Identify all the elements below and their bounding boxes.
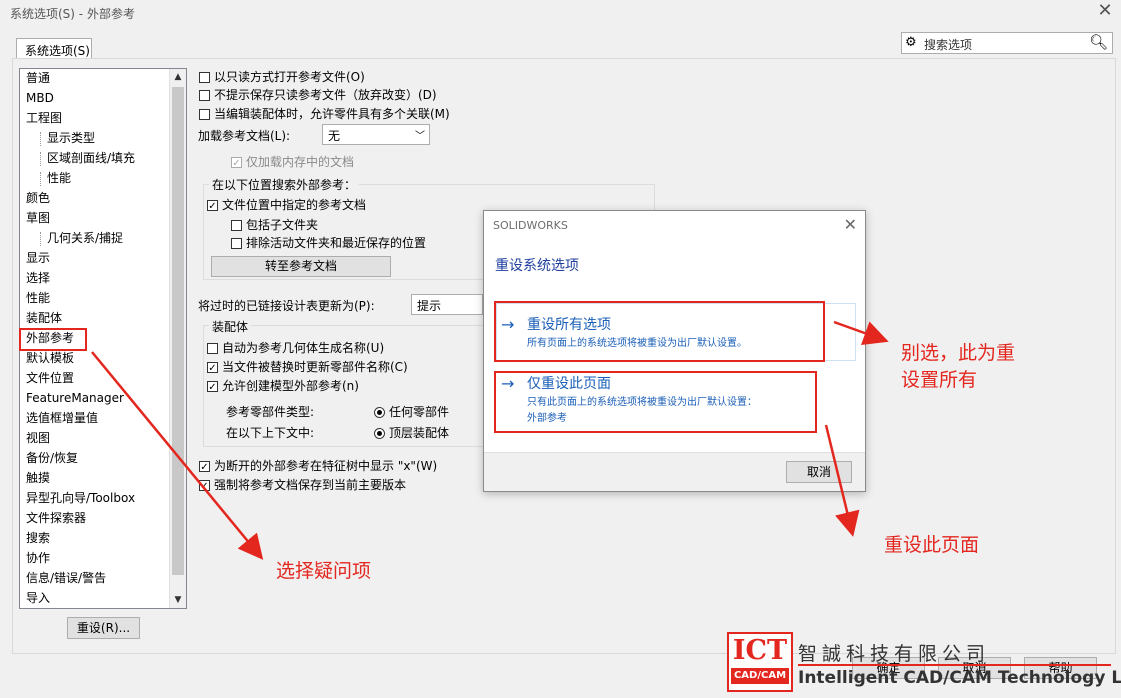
arrow-to-dont-note	[833, 320, 889, 345]
arrow-to-reset-page-note	[824, 424, 860, 537]
logo-text: ICT	[732, 635, 788, 666]
note-dont-select: 别选，此为重 设置所有	[901, 342, 1016, 391]
company-name-en: Intelligent CAD/CAM Technology Ltd.	[798, 668, 1121, 688]
note-reset-page: 重设此页面	[884, 534, 980, 556]
company-logo: ICT CAD/CAM	[727, 632, 793, 692]
note-select-item: 选择疑问项	[276, 560, 372, 582]
arrow-to-select-note	[91, 351, 264, 560]
divider	[798, 664, 1111, 666]
logo-subtext: CAD/CAM	[731, 668, 789, 684]
company-name-cn: 智誠科技有限公司	[798, 643, 991, 665]
